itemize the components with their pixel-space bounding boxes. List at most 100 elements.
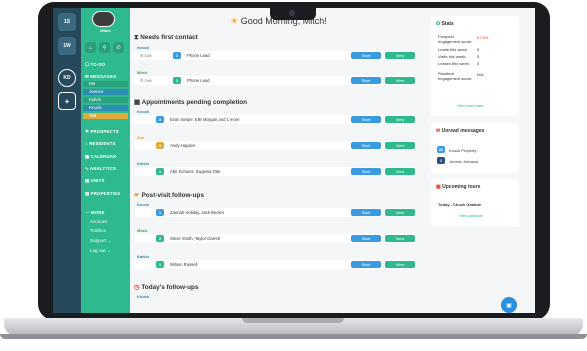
award-icon: ✪ xyxy=(436,21,441,27)
count-badge: 1 xyxy=(156,261,164,268)
phone-icon: ✆ Cell xyxy=(140,78,152,83)
nav-support[interactable]: Support ⌄ xyxy=(90,238,112,244)
table-row[interactable]: 2 Steve Smith, Taylor Garrett Start View xyxy=(135,234,416,243)
unread-item[interactable]: Jenece Johnson xyxy=(449,159,478,164)
messages-sub-kalvin[interactable]: Kalvin xyxy=(83,97,128,103)
row-name: Abe Schuetz, Eugenia Tate xyxy=(170,169,221,174)
nav-todo[interactable]: ☐ TO-DO xyxy=(85,62,105,68)
row-name: Wilson Russell xyxy=(170,262,198,267)
view-button[interactable]: View xyxy=(385,77,415,84)
home-icon[interactable]: ⌂ xyxy=(85,42,96,53)
group-label: Knock xyxy=(137,45,150,50)
app-screen: 1S 1W KD + Mitch ⌂ ⚲ ✆ ☐ TO-DO ✉ MESSAGE… xyxy=(53,8,535,313)
group-label: Mitch xyxy=(137,228,148,233)
stat-value: N/A xyxy=(477,72,484,77)
laptop-foot xyxy=(0,334,587,339)
phone-icon[interactable]: ✆ xyxy=(113,42,124,53)
group-label: Zoe xyxy=(137,135,145,140)
user-name: Mitch xyxy=(100,28,111,33)
start-button[interactable]: Start xyxy=(351,168,381,175)
start-button[interactable]: Start xyxy=(351,209,381,216)
rail-item-kd[interactable]: KD xyxy=(58,69,76,87)
start-button[interactable]: Start xyxy=(351,116,381,123)
nav-properties[interactable]: ▥ PROPERTIES xyxy=(85,191,120,197)
add-workspace-button[interactable]: + xyxy=(58,92,76,110)
section-post-visit-followups: ☛ Post-visit follow-ups xyxy=(134,192,205,199)
unread-item[interactable]: Knock Property xyxy=(449,148,476,153)
view-button[interactable]: View xyxy=(385,52,415,59)
messages-sub-jenece[interactable]: Jenece xyxy=(83,89,128,95)
messages-sub-me[interactable]: Me xyxy=(83,81,128,87)
tours-title: ▦ Upcoming tours xyxy=(436,184,481,190)
sun-icon: ☀ xyxy=(230,16,239,26)
count-badge: 2 xyxy=(156,235,164,242)
rail-item-1w[interactable]: 1W xyxy=(58,37,76,55)
table-row[interactable]: 1 Zannah Holiday, Jack Becker Start View xyxy=(135,208,416,217)
row-name: Zannah Holiday, Jack Becker xyxy=(170,210,225,215)
nav-logout[interactable]: Log out ⌄ xyxy=(90,248,111,254)
rail-item-1s[interactable]: 1S xyxy=(58,13,76,31)
laptop-groove xyxy=(242,318,344,323)
start-button[interactable]: Start xyxy=(351,77,381,84)
count-badge: 1 xyxy=(156,168,164,175)
view-button[interactable]: View xyxy=(385,235,415,242)
group-label: Mitch xyxy=(137,70,148,75)
nav-calendar[interactable]: ▦ CALENDAR xyxy=(85,154,116,160)
avatar[interactable] xyxy=(92,11,115,27)
table-row[interactable]: 1 Wilson Russell Start View xyxy=(135,260,416,269)
group-label: Knock xyxy=(137,294,150,299)
nav-more[interactable]: ⋯ MORE xyxy=(85,210,105,216)
row-name: Phone Lead xyxy=(187,78,210,83)
nav-prospects[interactable]: ⚑ PROSPECTS xyxy=(85,129,119,135)
nav-residents[interactable]: ⌂ RESIDENTS xyxy=(85,141,116,146)
unread-count-badge: 1 xyxy=(437,157,445,164)
start-button[interactable]: Start xyxy=(351,142,381,149)
group-label: Knock xyxy=(137,109,150,114)
count-badge: 3 xyxy=(156,116,164,123)
section-todays-followups: ◷ Today's follow-ups xyxy=(134,284,199,291)
messages-sub-tab[interactable]: Tab xyxy=(83,113,128,119)
stat-label: Prospect engagement score: xyxy=(438,34,473,44)
start-button[interactable]: Start xyxy=(351,261,381,268)
view-calendar-link[interactable]: View calendar xyxy=(459,214,483,218)
upcoming-tours-card: ▦ Upcoming tours Today - Chuck Gamble Vi… xyxy=(431,179,519,227)
table-row[interactable]: ✆ Cell 1 Phone Lead Start View xyxy=(135,51,416,60)
table-row[interactable]: 1 Andy Hayden Start View xyxy=(135,141,416,150)
view-button[interactable]: View xyxy=(385,168,415,175)
count-badge: 1 xyxy=(156,209,164,216)
view-button[interactable]: View xyxy=(385,261,415,268)
stat-value: 5 xyxy=(477,54,480,59)
nav-messages[interactable]: ✉ MESSAGES xyxy=(85,74,116,80)
messages-sub-knock[interactable]: Knock xyxy=(83,105,128,111)
clock-icon: ◷ xyxy=(134,284,140,291)
tour-item[interactable]: Today - Chuck Gamble xyxy=(438,202,481,207)
start-button[interactable]: Start xyxy=(351,52,381,59)
nav-toolbox[interactable]: Toolbox xyxy=(90,228,106,233)
message-icon: ✉ xyxy=(436,128,441,134)
stats-title: ✪ Stats xyxy=(436,21,454,27)
stat-label: Leads this week: xyxy=(438,47,468,52)
group-label: Kalvin xyxy=(137,161,150,166)
stat-label: Resident engagement score: xyxy=(438,71,473,81)
search-icon[interactable]: ⚲ xyxy=(99,42,110,53)
nav-analytics[interactable]: ∿ ANALYTICS xyxy=(85,166,116,172)
view-more-data-link[interactable]: View more data xyxy=(457,104,483,108)
sidebar: Mitch ⌂ ⚲ ✆ ☐ TO-DO ✉ MESSAGES Me Jenece… xyxy=(81,8,130,313)
section-needs-first-contact: ⧗ Needs first contact xyxy=(134,34,198,41)
start-button[interactable]: Start xyxy=(351,235,381,242)
view-button[interactable]: View xyxy=(385,142,415,149)
table-row[interactable]: 1 Abe Schuetz, Eugenia Tate Start View xyxy=(135,167,416,176)
hand-icon: ☛ xyxy=(134,192,140,199)
hourglass-icon: ⧗ xyxy=(134,34,139,41)
view-button[interactable]: View xyxy=(385,209,415,216)
chat-icon[interactable]: ▣ xyxy=(501,297,517,313)
stat-value: 0 xyxy=(477,61,480,66)
table-row[interactable]: ✆ Cell 1 Phone Lead Start View xyxy=(135,76,416,85)
workspace-rail: 1S 1W KD + xyxy=(53,8,81,313)
table-row[interactable]: 3 Evan Sespe, Elle Morgan and 1 more Sta… xyxy=(135,115,416,124)
view-button[interactable]: View xyxy=(385,116,415,123)
count-badge: 1 xyxy=(156,142,164,149)
nav-units[interactable]: ▤ UNITS xyxy=(85,178,105,184)
nav-account[interactable]: Account xyxy=(90,219,107,224)
main-content: ☀ Good Morning, Mitch! ⧗ Needs first con… xyxy=(130,8,427,313)
